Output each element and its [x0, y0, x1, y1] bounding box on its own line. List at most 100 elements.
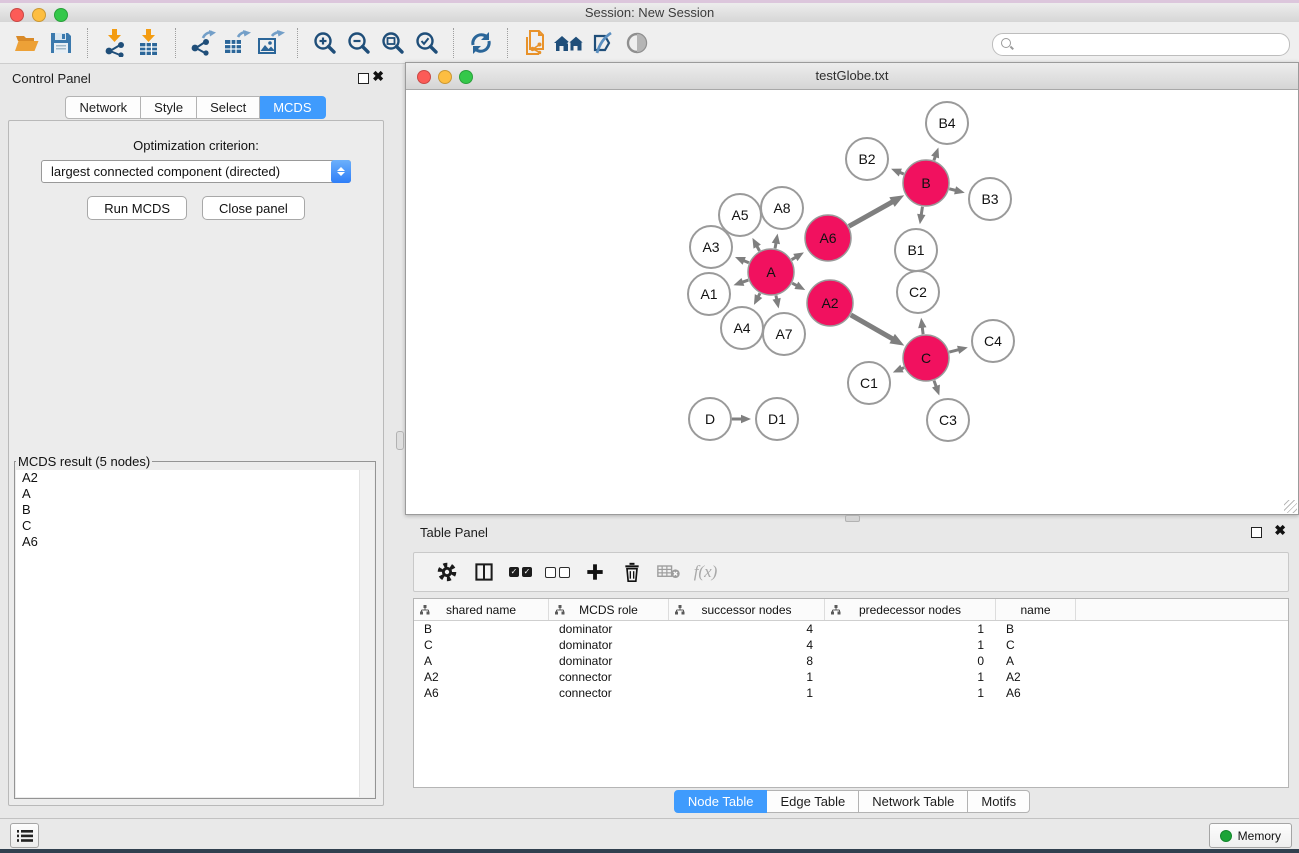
copy-network-icon[interactable] [518, 27, 552, 59]
task-history-button[interactable] [10, 823, 39, 848]
node-B3[interactable]: B3 [969, 178, 1011, 220]
table-row[interactable]: A2connector11A2 [414, 669, 1288, 685]
edge-D-D1[interactable] [732, 415, 751, 423]
result-scrollbar[interactable] [359, 470, 374, 797]
search-input[interactable] [1017, 35, 1281, 54]
cell-shared-name[interactable]: A6 [414, 685, 549, 701]
cell-predecessor-nodes[interactable]: 1 [825, 637, 996, 653]
column-header-successor-nodes[interactable]: successor nodes [669, 599, 825, 620]
node-A[interactable]: A [748, 249, 794, 295]
hide-labels-icon[interactable] [586, 27, 620, 59]
import-network-icon[interactable] [98, 27, 132, 59]
tab-node-table[interactable]: Node Table [674, 790, 768, 813]
zoom-in-icon[interactable] [308, 27, 342, 59]
cell-name[interactable]: A [996, 653, 1076, 669]
float-panel-icon[interactable] [358, 73, 369, 84]
cell-predecessor-nodes[interactable]: 1 [825, 669, 996, 685]
cell-successor-nodes[interactable]: 1 [669, 685, 825, 701]
memory-button[interactable]: Memory [1209, 823, 1292, 848]
cell-shared-name[interactable]: B [414, 621, 549, 637]
node-C1[interactable]: C1 [848, 362, 890, 404]
node-D1[interactable]: D1 [756, 398, 798, 440]
table-options-icon[interactable] [428, 557, 465, 587]
resize-grip-icon[interactable] [1284, 500, 1297, 513]
table-row[interactable]: Cdominator41C [414, 637, 1288, 653]
export-image-icon[interactable] [254, 27, 288, 59]
node-A7[interactable]: A7 [763, 313, 805, 355]
edge-B-B1[interactable] [917, 207, 925, 225]
delete-row-icon[interactable] [613, 557, 650, 587]
column-header-predecessor-nodes[interactable]: predecessor nodes [825, 599, 996, 620]
cell-MCDS-role[interactable]: dominator [549, 621, 669, 637]
result-item[interactable]: C [16, 518, 374, 534]
tab-edge-table[interactable]: Edge Table [767, 790, 859, 813]
column-header-name[interactable]: name [996, 599, 1076, 620]
node-A6[interactable]: A6 [805, 215, 851, 261]
edge-A-A2[interactable] [792, 282, 805, 290]
cell-MCDS-role[interactable]: dominator [549, 653, 669, 669]
tab-network[interactable]: Network [65, 96, 141, 119]
close-panel-icon[interactable]: ✖ [372, 67, 384, 85]
node-A4[interactable]: A4 [721, 307, 763, 349]
edge-C-C1[interactable] [893, 365, 904, 373]
cell-successor-nodes[interactable]: 1 [669, 669, 825, 685]
refresh-layout-icon[interactable] [464, 27, 498, 59]
export-table-icon[interactable] [220, 27, 254, 59]
save-session-icon[interactable] [44, 27, 78, 59]
import-table-icon[interactable] [132, 27, 166, 59]
table-row[interactable]: Adominator80A [414, 653, 1288, 669]
network-canvas[interactable]: AA1A2A3A4A5A6A7A8BB1B2B3B4CC1C2C3C4DD1 [406, 90, 1298, 514]
unselect-all-icon[interactable] [539, 557, 576, 587]
tab-select[interactable]: Select [197, 96, 260, 119]
cell-MCDS-role[interactable]: dominator [549, 637, 669, 653]
node-A5[interactable]: A5 [719, 194, 761, 236]
mcds-result-list[interactable]: A2ABCA6 [16, 470, 374, 797]
tab-style[interactable]: Style [141, 96, 197, 119]
node-C[interactable]: C [903, 335, 949, 381]
open-session-icon[interactable] [10, 27, 44, 59]
zoom-selected-icon[interactable] [410, 27, 444, 59]
node-D[interactable]: D [689, 398, 731, 440]
cell-name[interactable]: B [996, 621, 1076, 637]
cell-shared-name[interactable]: A2 [414, 669, 549, 685]
split-divider-handle[interactable] [396, 431, 404, 450]
node-A1[interactable]: A1 [688, 273, 730, 315]
export-network-icon[interactable] [186, 27, 220, 59]
delete-table-icon[interactable] [650, 557, 687, 587]
tab-mcds[interactable]: MCDS [260, 96, 325, 119]
select-all-icon[interactable]: ✓✓ [502, 557, 539, 587]
edge-C-C3[interactable] [932, 381, 940, 396]
result-item[interactable]: A2 [16, 470, 374, 486]
home-view-icon[interactable] [552, 27, 586, 59]
edge-A-A7[interactable] [773, 295, 781, 308]
run-mcds-button[interactable]: Run MCDS [87, 196, 187, 220]
edge-A-A6[interactable] [792, 252, 804, 261]
edge-A-A4[interactable] [754, 293, 762, 305]
network-window-titlebar[interactable]: testGlobe.txt [406, 63, 1298, 90]
cell-name[interactable]: A6 [996, 685, 1076, 701]
show-column-icon[interactable] [465, 557, 502, 587]
cell-shared-name[interactable]: C [414, 637, 549, 653]
edge-B-B2[interactable] [891, 169, 904, 177]
result-item[interactable]: B [16, 502, 374, 518]
cell-predecessor-nodes[interactable]: 1 [825, 685, 996, 701]
tab-motifs[interactable]: Motifs [968, 790, 1030, 813]
cell-name[interactable]: C [996, 637, 1076, 653]
node-B4[interactable]: B4 [926, 102, 968, 144]
node-C2[interactable]: C2 [897, 271, 939, 313]
cell-shared-name[interactable]: A [414, 653, 549, 669]
edge-B-B4[interactable] [931, 148, 939, 161]
cell-predecessor-nodes[interactable]: 1 [825, 621, 996, 637]
zoom-out-icon[interactable] [342, 27, 376, 59]
cell-name[interactable]: A2 [996, 669, 1076, 685]
edge-B-B3[interactable] [949, 186, 964, 194]
column-header-MCDS-role[interactable]: MCDS role [549, 599, 669, 620]
node-A8[interactable]: A8 [761, 187, 803, 229]
table-row[interactable]: Bdominator41B [414, 621, 1288, 637]
add-row-icon[interactable] [576, 557, 613, 587]
table-row[interactable]: A6connector11A6 [414, 685, 1288, 701]
tab-network-table[interactable]: Network Table [859, 790, 968, 813]
edge-A-A1[interactable] [734, 278, 749, 286]
node-C4[interactable]: C4 [972, 320, 1014, 362]
cell-MCDS-role[interactable]: connector [549, 669, 669, 685]
